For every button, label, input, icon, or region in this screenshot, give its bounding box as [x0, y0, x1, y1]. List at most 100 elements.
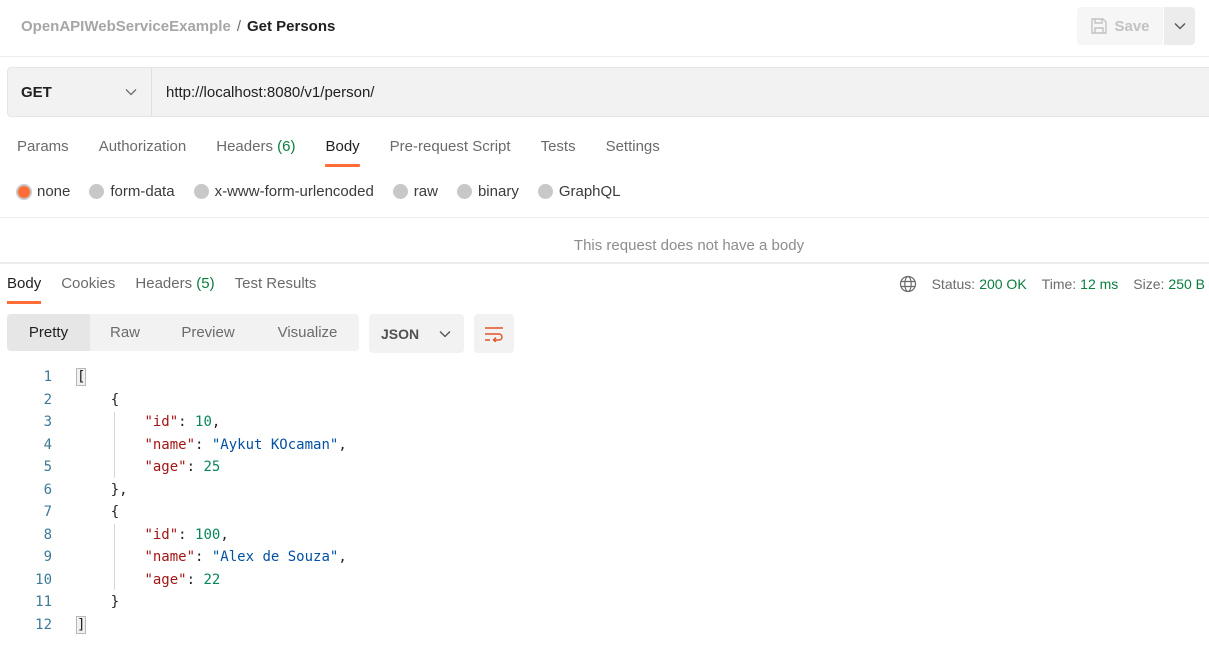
code-line: 12]: [0, 614, 347, 637]
json-number: 25: [203, 459, 221, 476]
bracket: [: [75, 368, 87, 387]
code-line: 1[: [0, 366, 347, 389]
view-tab-preview[interactable]: Preview: [160, 314, 256, 351]
save-button[interactable]: Save: [1077, 7, 1163, 45]
line-number: 2: [43, 391, 52, 408]
chevron-down-icon: [1174, 23, 1185, 30]
radio-label: binary: [477, 183, 519, 200]
radio-x-www-form-urlencoded[interactable]: x-www-form-urlencoded: [193, 183, 374, 200]
radio-none[interactable]: none: [17, 183, 70, 200]
json-key: "name": [144, 549, 196, 566]
tab-params[interactable]: Params: [17, 138, 69, 167]
url-input[interactable]: http://localhost:8080/v1/person/: [152, 68, 1209, 116]
colon: :: [186, 459, 204, 476]
colon: :: [178, 526, 196, 543]
brace: {: [110, 504, 120, 521]
line-number: 4: [43, 436, 52, 453]
divider: [0, 217, 1209, 218]
tab-count: (6): [277, 138, 296, 155]
save-group: Save: [1077, 7, 1195, 45]
body-type-radios: none form-data x-www-form-urlencoded raw…: [17, 183, 640, 200]
json-key: "id": [144, 526, 179, 543]
save-options-button[interactable]: [1164, 7, 1195, 45]
radio-label: raw: [413, 183, 438, 200]
json-key: "age": [144, 459, 187, 476]
radio-binary[interactable]: binary: [456, 183, 519, 200]
tab-authorization[interactable]: Authorization: [99, 138, 187, 167]
breadcrumb: OpenAPIWebServiceExample / Get Persons: [21, 18, 335, 35]
line-number: 7: [43, 504, 52, 521]
tab-label: Body: [325, 138, 360, 155]
radio-label: x-www-form-urlencoded: [214, 183, 374, 200]
view-mode-tabs: Pretty Raw Preview Visualize: [7, 314, 359, 351]
line-number: 5: [43, 459, 52, 476]
radio-dot-selected: [18, 185, 30, 198]
line-number: 11: [35, 594, 52, 611]
radio-form-data[interactable]: form-data: [89, 183, 175, 200]
comma: ,: [211, 414, 221, 431]
tab-label: Body: [7, 275, 42, 292]
radio-dot: [193, 184, 209, 199]
status-value[interactable]: 200 OK: [979, 276, 1026, 292]
radio-dot: [392, 184, 408, 199]
size-value[interactable]: 250 B: [1168, 276, 1205, 292]
view-tab-raw[interactable]: Raw: [90, 314, 160, 351]
breadcrumb-separator: /: [236, 18, 241, 35]
response-meta: Status: 200 OK Time: 12 ms Size: 250 B: [899, 275, 1205, 293]
response-body-editor[interactable]: 1[ 2 { 3 "id": 10, 4 "name": "Aykut KOca…: [0, 366, 347, 636]
view-tab-pretty[interactable]: Pretty: [7, 314, 90, 351]
json-number: 100: [195, 526, 221, 543]
code-line: 9 "name": "Alex de Souza",: [0, 546, 347, 569]
colon: :: [186, 571, 204, 588]
response-tab-test-results[interactable]: Test Results: [235, 275, 317, 304]
pane-resize-handle[interactable]: [0, 262, 1209, 264]
format-label: JSON: [381, 325, 420, 342]
url-bar: GET http://localhost:8080/v1/person/: [7, 67, 1209, 117]
radio-raw[interactable]: raw: [392, 183, 438, 200]
request-tabs: Params Authorization Headers (6) Body Pr…: [17, 138, 660, 167]
json-number: 10: [195, 414, 212, 431]
code-line: 10 "age": 22: [0, 569, 347, 592]
breadcrumb-collection[interactable]: OpenAPIWebServiceExample: [21, 18, 231, 35]
method-select[interactable]: GET: [8, 68, 152, 116]
view-tab-visualize[interactable]: Visualize: [256, 314, 359, 351]
brace: }: [110, 594, 120, 611]
radio-label: form-data: [110, 183, 175, 200]
status-label: Status:: [931, 276, 976, 292]
code-line: 3 "id": 10,: [0, 411, 347, 434]
code-line: 2 {: [0, 389, 347, 412]
code-line: 8 "id": 100,: [0, 524, 347, 547]
format-select[interactable]: JSON: [369, 314, 464, 353]
wrap-lines-icon: [485, 326, 503, 342]
json-key: "id": [144, 414, 179, 431]
comma: ,: [338, 436, 347, 453]
tab-label: Cookies: [61, 275, 116, 292]
response-tabs: Body Cookies Headers (5) Test Results: [7, 275, 316, 304]
size-label: Size:: [1133, 276, 1165, 292]
wrap-lines-button[interactable]: [474, 314, 514, 353]
breadcrumb-request-name[interactable]: Get Persons: [247, 18, 335, 35]
json-string: "Alex de Souza": [211, 549, 339, 566]
tab-pre-request-script[interactable]: Pre-request Script: [390, 138, 511, 167]
time-value[interactable]: 12 ms: [1080, 276, 1118, 292]
tab-headers[interactable]: Headers (6): [216, 138, 295, 167]
brace: },: [110, 481, 128, 498]
radio-dot: [537, 184, 553, 199]
tab-tests[interactable]: Tests: [541, 138, 576, 167]
code-line: 5 "age": 25: [0, 456, 347, 479]
radio-graphql[interactable]: GraphQL: [537, 183, 621, 200]
json-number: 22: [203, 571, 221, 588]
brace: {: [110, 391, 120, 408]
time-label: Time:: [1041, 276, 1077, 292]
line-number: 6: [43, 481, 52, 498]
tab-label: Test Results: [234, 275, 317, 292]
response-tab-headers[interactable]: Headers (5): [135, 275, 214, 304]
tab-body[interactable]: Body: [325, 138, 360, 167]
tab-settings[interactable]: Settings: [606, 138, 660, 167]
globe-icon[interactable]: [899, 275, 917, 293]
tab-label: Authorization: [98, 138, 187, 155]
response-tab-cookies[interactable]: Cookies: [61, 275, 115, 304]
line-number: 1: [43, 369, 52, 386]
response-tab-body[interactable]: Body: [7, 275, 42, 304]
tab-label: Tests: [540, 138, 576, 155]
